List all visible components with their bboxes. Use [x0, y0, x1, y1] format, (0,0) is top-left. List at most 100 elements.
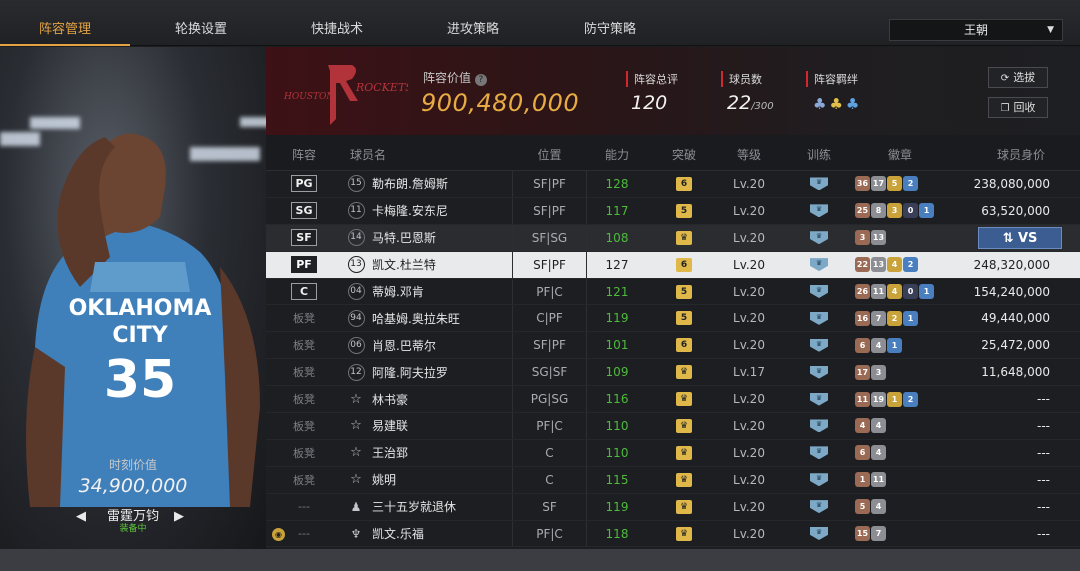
- training-shield-icon[interactable]: ♛: [810, 392, 828, 406]
- select-button[interactable]: ⟳ 选拔: [988, 67, 1048, 88]
- player-value: 154,240,000: [973, 284, 1050, 299]
- lineup-slot[interactable]: 板凳: [266, 359, 342, 385]
- badge-count: 6: [855, 337, 870, 353]
- tab-rotation-settings[interactable]: 轮换设置: [136, 0, 266, 46]
- training-shield-icon[interactable]: ♛: [810, 285, 828, 298]
- player-name[interactable]: 三十五岁就退休: [372, 494, 512, 520]
- slot-label: 板凳: [293, 419, 315, 433]
- help-icon[interactable]: ?: [474, 74, 487, 86]
- table-row[interactable]: C 04 蒂姆.邓肯 PF|C 121 5 Lv.20 ♛ 26 11 4 0 1 15…: [266, 278, 1080, 306]
- player-position: C: [512, 439, 587, 466]
- badge-list: 26 11 4 0 1: [855, 279, 945, 305]
- training-shield-icon[interactable]: ♛: [810, 419, 828, 433]
- lineup-slot[interactable]: 板凳: [266, 386, 342, 412]
- table-row[interactable]: PF 13 凯文.杜兰特 SF|PF 127 6 Lv.20 ♛ 22 13 4 2 …: [266, 251, 1080, 279]
- player-position: SG|SF: [512, 359, 587, 386]
- roster-table-header: 阵容 球员名 位置 能力 突破 等级 训练 徽章 球员身价: [266, 135, 1080, 171]
- bond-icons[interactable]: ♣ ♣ ♣: [813, 95, 859, 113]
- jersey-number: 06: [347, 336, 365, 354]
- training-shield-icon[interactable]: ♛: [810, 527, 828, 541]
- player-name[interactable]: 林书豪: [372, 386, 512, 412]
- col-breakthrough: 突破: [671, 148, 696, 162]
- table-row[interactable]: 板凳 94 哈基姆.奥拉朱旺 C|PF 119 5 Lv.20 ♛ 16 7 2 1 …: [266, 305, 1080, 333]
- card-status: 装备中: [119, 524, 147, 534]
- lineup-slot[interactable]: PF: [266, 252, 342, 278]
- player-name[interactable]: 姚明: [372, 467, 512, 493]
- player-name[interactable]: 马特.巴恩斯: [372, 225, 512, 251]
- tab-defense-strategy[interactable]: 防守策略: [545, 0, 675, 46]
- lineup-slot[interactable]: ---: [266, 494, 342, 520]
- badge-count: 0: [903, 203, 918, 219]
- player-name[interactable]: 阿隆.阿夫拉罗: [372, 359, 512, 385]
- jersey-number: 12: [347, 363, 365, 381]
- training-shield-icon[interactable]: ♛: [810, 500, 828, 514]
- lineup-slot[interactable]: 板凳: [266, 413, 342, 439]
- player-name[interactable]: 卡梅隆.安东尼: [372, 198, 512, 224]
- recycle-button[interactable]: ❐ 回收: [988, 97, 1048, 118]
- tab-lineup-management[interactable]: 阵容管理: [0, 0, 130, 46]
- table-row[interactable]: --- ♟ 三十五岁就退休 SF 119 ♛ Lv.20 ♛ 54 ---: [266, 493, 1080, 521]
- badge-list: 3 13: [855, 225, 945, 251]
- tab-offense-strategy[interactable]: 进攻策略: [408, 0, 538, 46]
- lineup-slot[interactable]: PG: [266, 171, 342, 197]
- lineup-slot[interactable]: 板凳: [266, 467, 342, 493]
- table-row[interactable]: SG 11 卡梅隆.安东尼 SF|PF 117 5 Lv.20 ♛ 25 8 3 0 1…: [266, 197, 1080, 225]
- player-card[interactable]: OKLAHOMA CITY 35 时刻价值 34,900,000 ◀ 雷霆万钧 …: [0, 47, 266, 549]
- player-ability: 128: [605, 176, 629, 191]
- lineup-slot[interactable]: SF: [266, 225, 342, 251]
- player-ability: 110: [605, 418, 629, 433]
- lineup-slot[interactable]: 板凳: [266, 305, 342, 331]
- table-row[interactable]: 板凳 ☆ 林书豪 PG|SG 116 ♛ Lv.20 ♛ 11 19 1 2 ---: [266, 386, 1080, 414]
- training-shield-icon[interactable]: ♛: [810, 204, 828, 218]
- player-position: PF|C: [512, 520, 587, 547]
- player-name[interactable]: 王治郅: [372, 440, 512, 466]
- player-count: 22/300: [727, 92, 774, 114]
- next-card-arrow-icon[interactable]: ▶: [174, 509, 184, 524]
- player-level: Lv.20: [733, 499, 765, 514]
- star-icon: ☆: [350, 445, 362, 461]
- star-icon: ☆: [350, 472, 362, 488]
- badge-list: 16 7 2 1: [855, 305, 945, 331]
- bond-icon: ♣: [813, 95, 827, 113]
- lineup-slot[interactable]: SG: [266, 198, 342, 224]
- table-row[interactable]: 板凳 12 阿隆.阿夫拉罗 SG|SF 109 ♛ Lv.17 ♛ 17 3 11…: [266, 359, 1080, 387]
- player-value: 238,080,000: [973, 176, 1050, 191]
- table-row[interactable]: 板凳 ☆ 姚明 C 115 ♛ Lv.20 ♛ 1 11 ---: [266, 466, 1080, 494]
- player-name[interactable]: 哈基姆.奥拉朱旺: [372, 305, 512, 331]
- badge-count: 36: [855, 176, 870, 192]
- table-row[interactable]: --- ♆ 凯文.乐福 PF|C 118 ♛ Lv.20 ♛ 15 7 --- ◉: [266, 520, 1080, 548]
- player-name[interactable]: 蒂姆.邓肯: [372, 279, 512, 305]
- training-shield-icon[interactable]: ♛: [810, 258, 828, 272]
- player-name[interactable]: 勒布朗.詹姆斯: [372, 171, 512, 197]
- lineup-slot[interactable]: C: [266, 279, 342, 305]
- badge-count: 17: [871, 176, 886, 192]
- player-portrait: OKLAHOMA CITY 35: [26, 133, 260, 507]
- badge-count: 11: [871, 284, 886, 299]
- lineup-slot[interactable]: 板凳: [266, 332, 342, 358]
- training-shield-icon[interactable]: ♛: [810, 365, 828, 379]
- training-shield-icon[interactable]: ♛: [810, 338, 828, 352]
- lineup-slot[interactable]: 板凳: [266, 440, 342, 466]
- tab-quick-tactics[interactable]: 快捷战术: [272, 0, 402, 46]
- badge-count: 1: [919, 284, 934, 299]
- table-row[interactable]: 板凳 06 肖恩.巴蒂尔 SF|PF 101 6 Lv.20 ♛ 641 25,…: [266, 332, 1080, 360]
- table-row[interactable]: 板凳 ☆ 易建联 PF|C 110 ♛ Lv.20 ♛ 44 ---: [266, 413, 1080, 440]
- player-name[interactable]: 肖恩.巴蒂尔: [372, 332, 512, 358]
- table-row[interactable]: PG 15 勒布朗.詹姆斯 SF|PF 128 6 Lv.20 ♛ 36 17 5 2…: [266, 171, 1080, 198]
- training-shield-icon[interactable]: ♛: [810, 231, 828, 245]
- training-shield-icon[interactable]: ♛: [810, 177, 828, 191]
- player-name[interactable]: 易建联: [372, 413, 512, 439]
- player-level: Lv.20: [733, 418, 765, 433]
- table-row[interactable]: SF 14 马特.巴恩斯 SF|SG 108 ♛ Lv.20 ♛ 3 13 ⇅ V…: [266, 224, 1080, 252]
- badge-count: 4: [871, 418, 886, 434]
- player-ability: 115: [605, 472, 629, 487]
- player-name[interactable]: 凯文.杜兰特: [372, 252, 512, 278]
- badge-list: 1 11: [855, 467, 945, 493]
- player-name[interactable]: 凯文.乐福: [372, 521, 512, 547]
- table-row[interactable]: 板凳 ☆ 王治郅 C 110 ♛ Lv.20 ♛ 64 ---: [266, 439, 1080, 467]
- training-shield-icon[interactable]: ♛: [810, 311, 828, 325]
- training-shield-icon[interactable]: ♛: [810, 473, 828, 487]
- team-dropdown[interactable]: 王朝 ▼: [889, 19, 1063, 41]
- swap-vs-button[interactable]: ⇅ VS: [978, 226, 1062, 249]
- training-shield-icon[interactable]: ♛: [810, 446, 828, 460]
